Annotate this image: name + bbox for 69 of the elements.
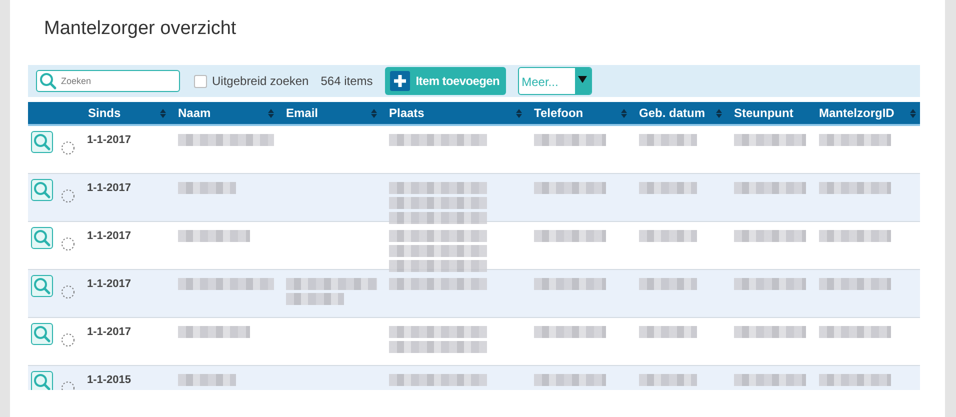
date-cell-text: 1-1-2017 (86, 277, 132, 292)
loading-spinner-icon (61, 189, 75, 203)
page-title: Mantelzorger overzicht (43, 17, 238, 41)
blurred-text (734, 134, 806, 146)
column-header[interactable]: Steunpunt (726, 102, 811, 124)
sort-icon (716, 108, 722, 118)
column-header[interactable]: Email (278, 102, 381, 124)
view-button[interactable] (31, 179, 53, 201)
blurred-text (639, 278, 697, 290)
blurred-text (178, 230, 250, 242)
view-button[interactable] (31, 323, 53, 345)
date-cell-text: 1-1-2015 (86, 373, 132, 388)
checkbox-label[interactable]: Uitgebreid zoeken (212, 74, 309, 88)
blurred-text (534, 182, 606, 194)
blurred-text (734, 230, 806, 242)
sort-icon (910, 108, 916, 118)
blurred-text (534, 278, 606, 290)
blurred-text (286, 293, 344, 305)
blurred-text (639, 182, 697, 194)
loading-spinner-icon (61, 285, 75, 299)
blurred-text (819, 374, 891, 386)
view-button[interactable] (31, 275, 53, 297)
blurred-text (534, 230, 606, 242)
sort-icon (516, 108, 522, 118)
blurred-text (734, 326, 806, 338)
column-header[interactable]: Naam (170, 102, 278, 124)
date-cell-text: 1-1-2017 (86, 325, 132, 340)
blurred-text (534, 374, 606, 386)
sort-icon (371, 108, 377, 118)
sort-icon (160, 108, 166, 118)
view-button[interactable] (31, 371, 53, 390)
blurred-text (819, 182, 891, 194)
loading-spinner-icon (61, 141, 75, 155)
blurred-text (734, 374, 806, 386)
blurred-text (178, 326, 250, 338)
date-cell-text: 1-1-2017 (86, 229, 132, 244)
column-header[interactable]: Telefoon (526, 102, 631, 124)
blurred-text (534, 326, 606, 338)
view-button[interactable] (31, 227, 53, 249)
sort-icon (621, 108, 627, 118)
blurred-text (178, 182, 236, 194)
view-button[interactable] (31, 131, 53, 153)
blurred-text (639, 326, 697, 338)
blurred-text (819, 326, 891, 338)
column-header[interactable]: Plaats (381, 102, 526, 124)
blurred-text (639, 134, 697, 146)
date-cell-text: 1-1-2017 (86, 133, 132, 148)
dropdown-arrow-icon (578, 75, 588, 84)
blurred-text (819, 278, 891, 290)
checkbox[interactable] (194, 74, 207, 88)
blurred-text (639, 230, 697, 242)
column-header[interactable]: Geb. datum (631, 102, 726, 124)
blurred-text (639, 374, 697, 386)
loading-spinner-icon (61, 333, 75, 347)
blurred-text (534, 134, 606, 146)
loading-spinner-icon (61, 237, 75, 251)
column-header[interactable]: Sinds (80, 102, 170, 124)
blurred-text (178, 374, 236, 386)
search-field[interactable]: Zoeken (36, 70, 180, 92)
blurred-text (819, 230, 891, 242)
column-header[interactable]: MantelzorgID (811, 102, 920, 124)
search-icon (39, 72, 57, 90)
item-count: 564 items (320, 74, 373, 88)
blurred-text (734, 182, 806, 194)
date-cell-text: 1-1-2017 (86, 181, 132, 196)
blurred-text (819, 134, 891, 146)
blurred-text (734, 278, 806, 290)
plus-icon (390, 71, 410, 91)
sort-icon (268, 108, 274, 118)
